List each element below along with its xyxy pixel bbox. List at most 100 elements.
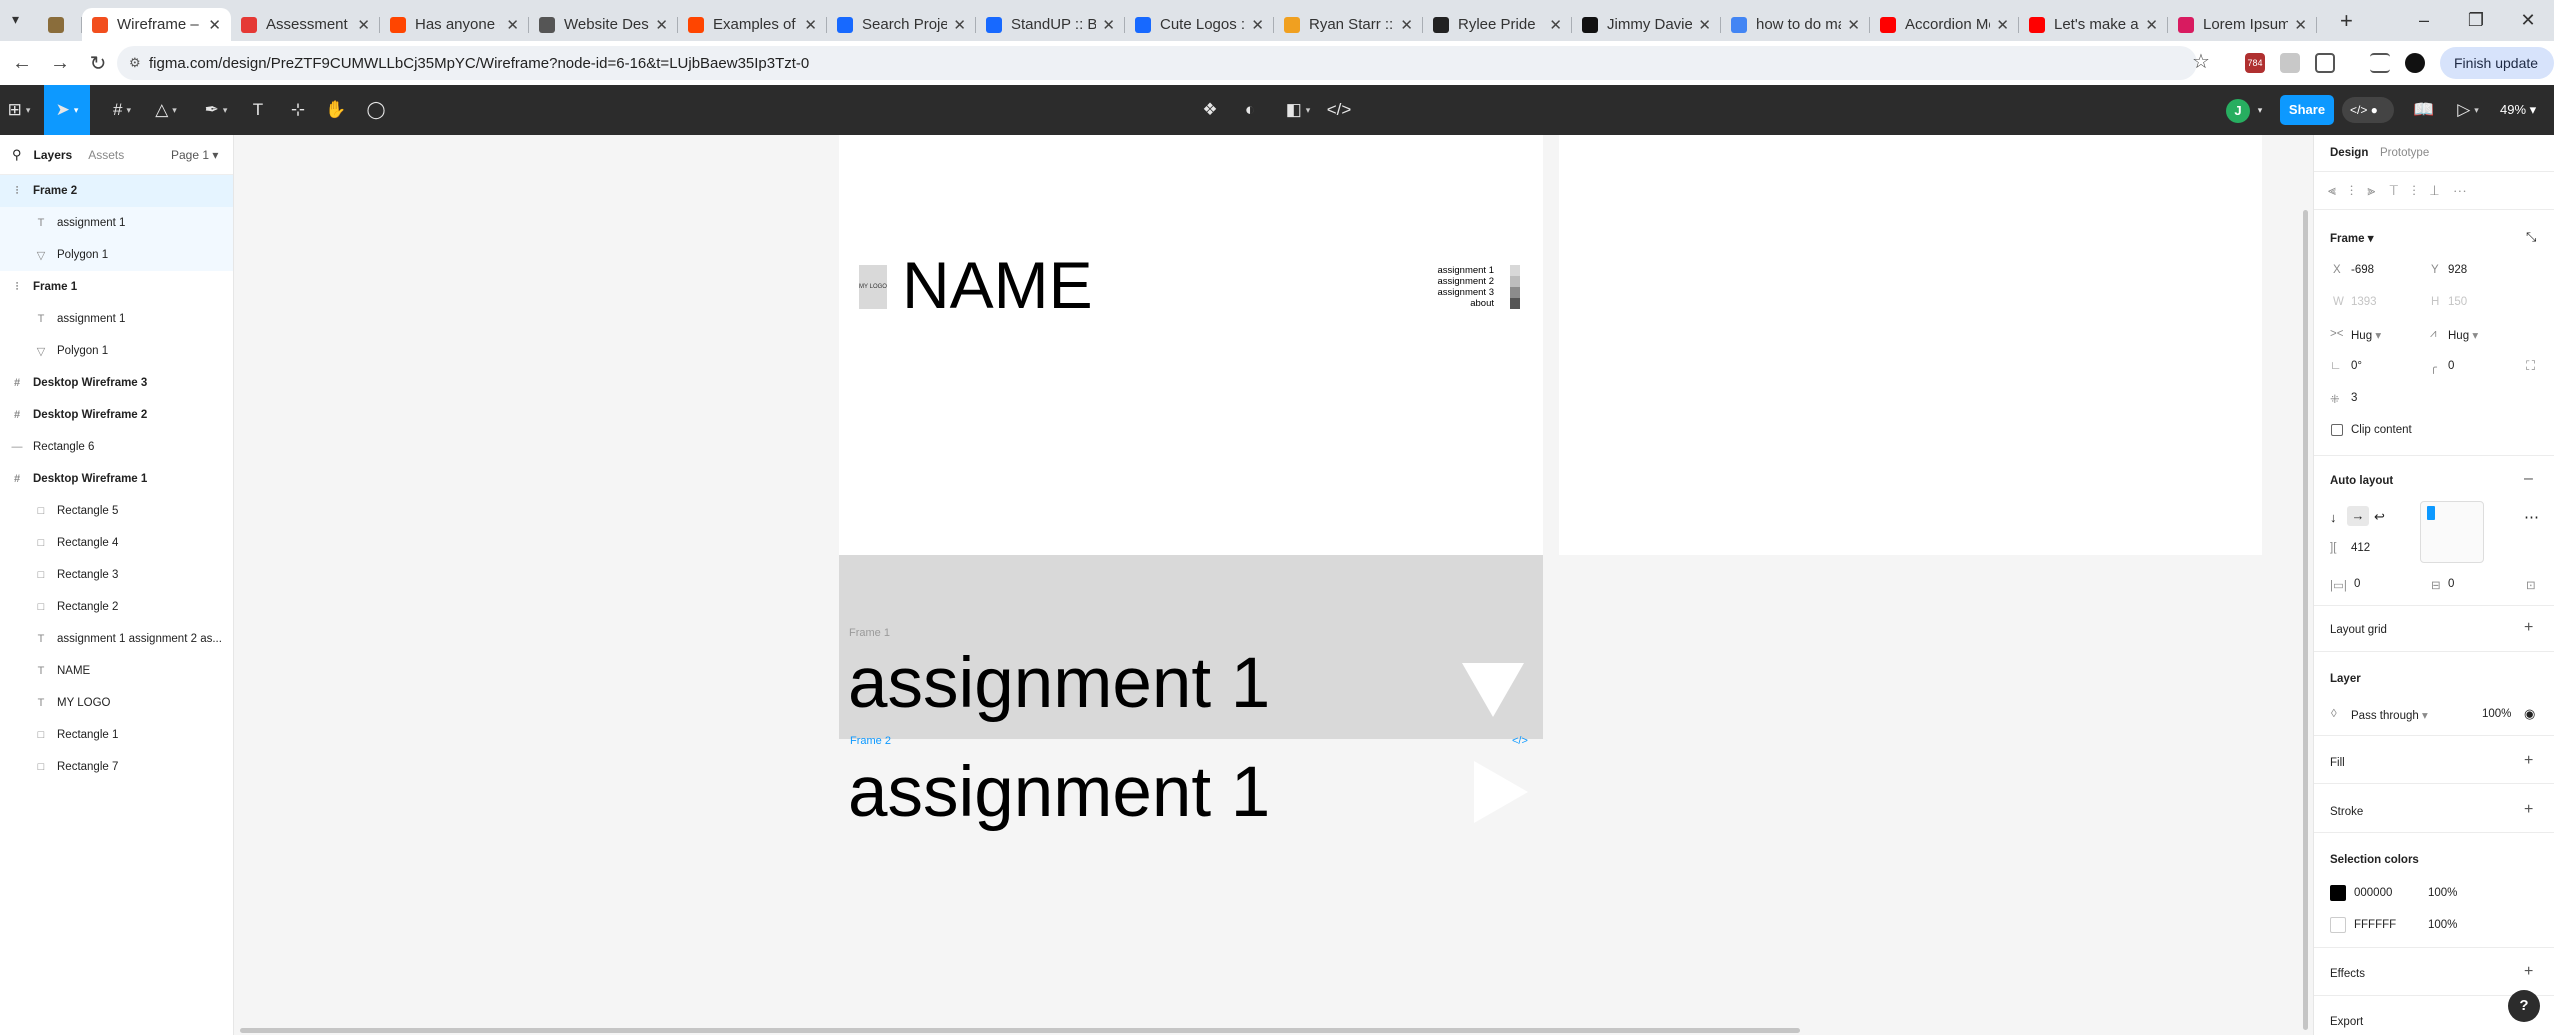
reload-icon[interactable]: ↻ xyxy=(82,51,114,76)
add-effect-icon[interactable]: + xyxy=(2524,963,2533,981)
alignment-grid[interactable] xyxy=(2420,501,2484,563)
layer-item[interactable]: ▽ Polygon 1 xyxy=(0,335,233,367)
desktop-wireframe-frame[interactable] xyxy=(1559,135,2262,555)
menu-swatch[interactable] xyxy=(1510,287,1520,298)
h-input[interactable]: 150 xyxy=(2448,296,2467,308)
hug-width-select[interactable]: Hug ▾ xyxy=(2351,328,2381,342)
menu-swatch[interactable] xyxy=(1510,276,1520,287)
w-input[interactable]: 1393 xyxy=(2351,296,2377,308)
layer-item[interactable]: Tassignment 1 xyxy=(0,207,233,239)
code-icon[interactable]: </> xyxy=(1512,735,1528,747)
close-tab-icon[interactable]: ✕ xyxy=(1549,16,1562,34)
close-tab-icon[interactable]: ✕ xyxy=(1996,16,2009,34)
padding-horizontal-input[interactable]: 0 xyxy=(2354,578,2360,590)
text-tool-icon[interactable]: T xyxy=(244,85,272,135)
browser-tab[interactable]: Assessment Ta ✕ xyxy=(231,8,380,41)
corner-radius-input[interactable]: 0 xyxy=(2448,360,2454,372)
mask-icon[interactable]: ◐ xyxy=(1236,85,1264,135)
close-tab-icon[interactable]: ✕ xyxy=(1698,16,1711,34)
logo-placeholder[interactable]: MY LOGO xyxy=(859,265,887,309)
site-info-icon[interactable]: ⚙ xyxy=(129,55,141,71)
component-icon[interactable]: ❖ xyxy=(1196,85,1224,135)
chevron-down-icon[interactable]: ▾ xyxy=(2252,85,2268,135)
horizontal-scrollbar[interactable] xyxy=(240,1028,1800,1033)
close-tab-icon[interactable]: ✕ xyxy=(2145,16,2158,34)
search-icon[interactable]: ⚲ xyxy=(12,147,22,163)
color-hex[interactable]: 000000 xyxy=(2354,887,2392,899)
extensions-puzzle-icon[interactable] xyxy=(2315,53,2335,73)
browser-tab[interactable]: Wireframe – Fi ✕ xyxy=(82,8,231,41)
minimize-button[interactable]: – xyxy=(2398,0,2450,41)
browser-tab[interactable]: Accordion Mer ✕ xyxy=(1870,8,2019,41)
frame-tool-icon[interactable]: # ▾ xyxy=(102,85,142,135)
layer-item[interactable]: — Rectangle 6 xyxy=(0,431,233,463)
close-tab-icon[interactable]: ✕ xyxy=(804,16,817,34)
code-icon[interactable]: </> xyxy=(1324,85,1354,135)
frame-2-title[interactable]: assignment 1 xyxy=(848,752,1270,833)
dev-mode-toggle[interactable]: </> ● xyxy=(2342,97,2394,123)
tab-assets[interactable]: Assets xyxy=(88,148,124,162)
opacity-input[interactable]: 100% xyxy=(2482,708,2511,720)
layer-item[interactable]: ⫶ Frame 1 xyxy=(0,271,233,303)
tab-search-icon[interactable]: ▾ xyxy=(12,11,19,28)
pen-tool-icon[interactable]: ✒ ▾ xyxy=(194,85,238,135)
browser-tab[interactable]: how to do mak ✕ xyxy=(1721,8,1870,41)
hug-height-select[interactable]: Hug ▾ xyxy=(2448,328,2478,342)
align-tools-icon[interactable]: ⫷⫶⫸⊤⫶⊥⋯ xyxy=(2328,182,2554,199)
frame-section-title[interactable]: Frame ▾ xyxy=(2330,231,2374,245)
comment-tool-icon[interactable]: ◯ xyxy=(362,85,390,135)
wrap-icon[interactable]: ↩ xyxy=(2374,509,2385,525)
bookmark-star-icon[interactable]: ☆ xyxy=(2192,49,2210,74)
frame-2-label[interactable]: Frame 2 xyxy=(850,735,891,747)
layer-item[interactable]: □ Rectangle 4 xyxy=(0,527,233,559)
layer-item[interactable]: # Desktop Wireframe 1 xyxy=(0,463,233,495)
figma-main-menu-icon[interactable]: ⊞ ▾ xyxy=(0,85,38,135)
layer-item[interactable]: # Desktop Wireframe 3 xyxy=(0,367,233,399)
direction-down-icon[interactable]: ↓ xyxy=(2330,510,2337,525)
close-tab-icon[interactable]: ✕ xyxy=(208,16,221,34)
y-input[interactable]: 928 xyxy=(2448,264,2467,276)
layer-item[interactable]: Tassignment 1 xyxy=(0,303,233,335)
triangle-right-icon[interactable] xyxy=(1474,761,1528,823)
share-button[interactable]: Share xyxy=(2280,95,2334,125)
browser-tab[interactable]: Rylee Pride ✕ xyxy=(1423,8,1572,41)
extension-badge-icon[interactable]: 784 xyxy=(2245,53,2265,73)
color-swatch[interactable] xyxy=(2330,917,2346,933)
browser-tab[interactable]: Website Desig ✕ xyxy=(529,8,678,41)
new-tab-button[interactable]: + xyxy=(2340,8,2353,34)
user-avatar[interactable]: J xyxy=(2226,99,2250,123)
page-selector[interactable]: Page 1 ▾ xyxy=(171,148,218,162)
back-icon[interactable]: ← xyxy=(6,52,38,75)
frame-1-title[interactable]: assignment 1 xyxy=(848,643,1270,724)
menu-swatch[interactable] xyxy=(1510,298,1520,309)
tab-layers[interactable]: Layers xyxy=(34,148,73,162)
browser-tab[interactable]: Let's make a b ✕ xyxy=(2019,8,2168,41)
color-hex[interactable]: FFFFFF xyxy=(2354,919,2396,931)
layer-item[interactable]: ⫶ Frame 2 xyxy=(0,175,233,207)
layer-item[interactable]: □ Rectangle 5 xyxy=(0,495,233,527)
shape-tool-icon[interactable]: △ ▾ xyxy=(144,85,188,135)
extension-icon[interactable] xyxy=(2280,53,2300,73)
gap-input[interactable]: 412 xyxy=(2351,542,2370,554)
browser-tab[interactable]: Cute Logos :: B ✕ xyxy=(1125,8,1274,41)
independent-corners-icon[interactable]: ⛶ xyxy=(2526,358,2535,374)
desktop-wireframe-frame[interactable] xyxy=(839,135,1543,555)
resize-to-fit-icon[interactable]: ⤡ xyxy=(2526,229,2536,245)
move-tool-icon[interactable]: ➤ ▾ xyxy=(44,85,90,135)
layer-item[interactable]: # Desktop Wireframe 2 xyxy=(0,399,233,431)
color-swatch[interactable] xyxy=(2330,885,2346,901)
menu-swatch[interactable] xyxy=(1510,265,1520,276)
color-opacity[interactable]: 100% xyxy=(2428,887,2457,899)
rotation-input[interactable]: 0° xyxy=(2351,360,2362,372)
blend-mode-select[interactable]: Pass through ▾ xyxy=(2351,708,2428,722)
close-tab-icon[interactable]: ✕ xyxy=(357,16,370,34)
close-window-button[interactable]: ✕ xyxy=(2502,0,2554,41)
add-layout-grid-icon[interactable]: + xyxy=(2524,619,2533,637)
boolean-icon[interactable]: ◧ ▾ xyxy=(1278,85,1318,135)
close-tab-icon[interactable]: ✕ xyxy=(506,16,519,34)
help-button[interactable]: ? xyxy=(2508,990,2540,1022)
browser-tab[interactable]: Examples of a ✕ xyxy=(678,8,827,41)
layer-item[interactable]: □ Rectangle 3 xyxy=(0,559,233,591)
count-input[interactable]: 3 xyxy=(2351,392,2357,404)
layer-item[interactable]: T MY LOGO xyxy=(0,687,233,719)
